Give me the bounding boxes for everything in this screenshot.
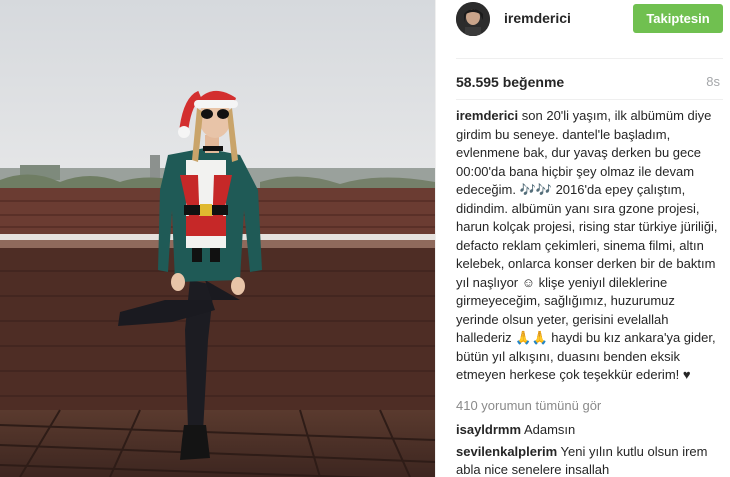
following-button[interactable]: Takiptesin xyxy=(633,4,723,33)
caption-username[interactable]: iremderici xyxy=(456,108,518,123)
post-photo[interactable] xyxy=(0,0,435,477)
comment-item: sevilenkalplerim Yeni yılın kutlu olsun … xyxy=(456,443,721,477)
comment-username[interactable]: isayldrmm xyxy=(456,422,521,437)
post-header: iremderici Takiptesin xyxy=(436,0,730,38)
avatar[interactable] xyxy=(456,2,490,36)
comment-text: Adamsın xyxy=(521,422,576,437)
post-caption: iremderici son 20'li yaşım, ilk albümüm … xyxy=(456,107,721,385)
comment-username[interactable]: sevilenkalplerim xyxy=(456,444,557,459)
header-divider xyxy=(456,58,723,59)
post-side-panel: iremderici Takiptesin 58.595 beğenme 8s … xyxy=(435,0,730,477)
profile-photo-icon xyxy=(456,2,490,36)
post-time[interactable]: 8s xyxy=(706,74,720,89)
likes-count[interactable]: 58.595 beğenme xyxy=(456,74,564,90)
caption-text: son 20'li yaşım, ilk albümüm diye girdim… xyxy=(456,108,718,382)
comment-item: isayldrmm Adamsın xyxy=(456,421,721,439)
header-username[interactable]: iremderici xyxy=(504,10,571,26)
view-all-comments-link[interactable]: 410 yorumun tümünü gör xyxy=(456,398,601,413)
meta-divider xyxy=(456,99,723,100)
photo-illustration xyxy=(0,0,435,477)
